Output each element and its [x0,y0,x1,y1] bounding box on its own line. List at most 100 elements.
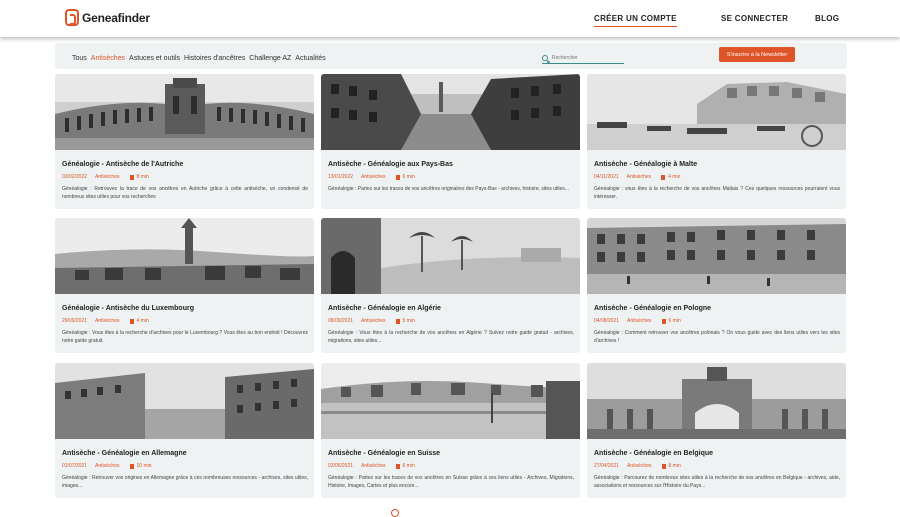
article-category[interactable]: Antisèches [361,463,385,469]
article-excerpt: Généalogie : Parcourez de nombreux sites… [594,475,840,489]
filter-all[interactable]: Tous [72,55,87,62]
article-excerpt: Généalogie : Partez sur les traces de vo… [328,186,569,192]
article-date: 27/04/2021 [594,463,620,469]
article-excerpt: Généalogie : Vous êtes à la recherche d'… [62,330,308,344]
article-read-time: 8 min [668,463,681,469]
article-image[interactable] [321,363,580,439]
article-read-time: 4 min [668,174,681,180]
geneafinder-logo-icon [65,9,79,26]
article-meta: 04/08/2021 Antisèches 6 min [594,318,681,324]
search-icon[interactable] [542,55,548,61]
site-header: Geneafinder CRÉER UN COMPTE SE CONNECTER… [0,0,900,37]
article-meta: 27/04/2021 Antisèches 8 min [594,463,681,469]
article-title[interactable]: Antisèche - Généalogie en Algérie [328,305,441,312]
article-date: 04/11/2021 [594,174,619,180]
nav-blog[interactable]: BLOG [815,14,839,23]
article-title[interactable]: Antisèche - Généalogie en Belgique [594,450,713,457]
article-read-time: 6 min [668,318,681,324]
article-card[interactable]: Antisèche - Généalogie en Belgique 27/04… [587,363,846,498]
article-image[interactable] [55,74,314,150]
article-date: 29/09/2021 [62,318,88,324]
article-image[interactable] [55,218,314,294]
filter-challenge[interactable]: Challenge AZ [249,55,291,62]
article-card[interactable]: Généalogie - Antisèche de l'Autriche 03/… [55,74,314,209]
article-card[interactable]: Généalogie - Antisèche du Luxembourg 29/… [55,218,314,353]
filter-bar: Tous Antisèches Astuces et outils Histoi… [55,43,847,69]
article-date: 03/02/2022 [62,174,88,180]
filter-astuces[interactable]: Astuces et outils [129,55,180,62]
article-image[interactable] [55,363,314,439]
article-category[interactable]: Antisèches [95,463,119,469]
brand-logo[interactable]: Geneafinder [65,9,150,26]
article-category[interactable]: Antisèches [361,318,385,324]
article-card[interactable]: Antisèche - Généalogie à Malte 04/11/202… [587,74,846,209]
filter-histoires[interactable]: Histoires d'ancêtres [184,55,245,62]
article-meta: 04/11/2021 Antisèches 4 min [594,174,680,180]
article-read-time: 6 min [402,174,415,180]
article-date: 08/09/2021 [328,318,354,324]
category-filters: Tous Antisèches Astuces et outils Histoi… [72,55,326,62]
article-excerpt: Généalogie : Vous êtes à la recherche de… [328,330,574,344]
article-meta: 13/01/2022 Antisèches 6 min [328,174,415,180]
article-card[interactable]: Antisèche - Généalogie aux Pays-Bas 13/0… [321,74,580,209]
reading-time-icon [129,318,134,324]
article-category[interactable]: Antisèches [95,318,119,324]
article-read-time: 5 min [402,318,415,324]
article-card[interactable]: Antisèche - Généalogie en Suisse 02/06/2… [321,363,580,498]
article-excerpt: Généalogie : Retrouver vos origines en A… [62,475,308,489]
reading-time-icon [661,318,666,324]
article-image[interactable] [321,218,580,294]
nav-create-account[interactable]: CRÉER UN COMPTE [594,14,677,27]
pagination-indicator[interactable] [391,509,399,517]
article-meta: 01/07/2021 Antisèches 10 min [62,463,152,469]
article-read-time: 6 min [402,463,415,469]
article-meta: 29/09/2021 Antisèches 4 min [62,318,149,324]
article-category[interactable]: Antisèches [361,174,385,180]
article-title[interactable]: Antisèche - Généalogie en Pologne [594,305,711,312]
article-image[interactable] [587,74,846,150]
article-date: 02/06/2021 [328,463,354,469]
article-title[interactable]: Antisèche - Généalogie en Allemagne [62,450,187,457]
article-title[interactable]: Généalogie - Antisèche de l'Autriche [62,161,183,168]
article-image[interactable] [587,363,846,439]
article-read-time: 8 min [136,174,149,180]
article-card[interactable]: Antisèche - Généalogie en Algérie 08/09/… [321,218,580,353]
article-date: 13/01/2022 [328,174,354,180]
search-box [542,53,624,64]
filter-actualites[interactable]: Actualités [295,55,325,62]
article-title[interactable]: Antisèche - Généalogie aux Pays-Bas [328,161,453,168]
article-meta: 03/02/2022 Antisèches 8 min [62,174,149,180]
reading-time-icon [661,174,666,180]
brand-name: Geneafinder [82,10,150,25]
article-title[interactable]: Antisèche - Généalogie à Malte [594,161,697,168]
article-category[interactable]: Antisèches [95,174,119,180]
article-meta: 08/09/2021 Antisèches 5 min [328,318,415,324]
article-excerpt: Généalogie : vous êtes à la recherche de… [594,186,840,200]
article-image[interactable] [587,218,846,294]
article-excerpt: Généalogie : Partez sur les traces de vo… [328,475,574,489]
article-title[interactable]: Antisèche - Généalogie en Suisse [328,450,440,457]
reading-time-icon [661,463,666,469]
article-card[interactable]: Antisèche - Généalogie en Allemagne 01/0… [55,363,314,498]
article-meta: 02/06/2021 Antisèches 6 min [328,463,415,469]
article-card[interactable]: Antisèche - Généalogie en Pologne 04/08/… [587,218,846,353]
newsletter-button[interactable]: S'inscrire à la Newsletter [719,47,795,62]
article-date: 01/07/2021 [62,463,88,469]
nav-login[interactable]: SE CONNECTER [721,14,788,23]
reading-time-icon [129,463,134,469]
reading-time-icon [395,463,400,469]
search-input[interactable] [552,55,622,61]
article-category[interactable]: Antisèches [627,174,651,180]
filter-antiseches[interactable]: Antisèches [91,55,125,62]
article-image[interactable] [321,74,580,150]
article-category[interactable]: Antisèches [627,463,651,469]
article-title[interactable]: Généalogie - Antisèche du Luxembourg [62,305,194,312]
article-read-time: 10 min [136,463,152,469]
article-date: 04/08/2021 [594,318,620,324]
reading-time-icon [129,174,134,180]
article-category[interactable]: Antisèches [627,318,651,324]
reading-time-icon [395,318,400,324]
article-excerpt: Généalogie : Retrouvez la trace de vos a… [62,186,308,200]
article-excerpt: Généalogie : Comment retrouver vos ancêt… [594,330,840,344]
reading-time-icon [395,174,400,180]
